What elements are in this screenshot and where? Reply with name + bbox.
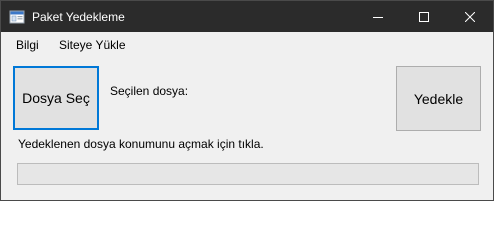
maximize-button[interactable] xyxy=(401,1,447,32)
progress-bar xyxy=(17,163,479,185)
select-file-button[interactable]: Dosya Seç xyxy=(13,66,99,130)
backup-button[interactable]: Yedekle xyxy=(396,66,481,131)
close-button[interactable] xyxy=(447,1,493,32)
maximize-icon xyxy=(419,11,429,22)
menu-item-bilgi[interactable]: Bilgi xyxy=(16,38,39,52)
minimize-icon xyxy=(373,12,383,22)
selected-file-label: Seçilen dosya: xyxy=(110,84,189,98)
application-icon xyxy=(9,9,25,25)
close-icon xyxy=(465,11,475,22)
menu-bar: Bilgi Siteye Yükle xyxy=(1,32,493,56)
window-title: Paket Yedekleme xyxy=(32,10,125,24)
minimize-button[interactable] xyxy=(355,1,401,32)
application-window: Paket Yedekleme Bilgi Siteye Yükle Dosya… xyxy=(0,0,494,201)
menu-item-siteye-yukle[interactable]: Siteye Yükle xyxy=(59,38,126,52)
title-bar[interactable]: Paket Yedekleme xyxy=(1,1,493,32)
open-backup-location-link[interactable]: Yedeklenen dosya konumunu açmak için tık… xyxy=(18,137,264,151)
